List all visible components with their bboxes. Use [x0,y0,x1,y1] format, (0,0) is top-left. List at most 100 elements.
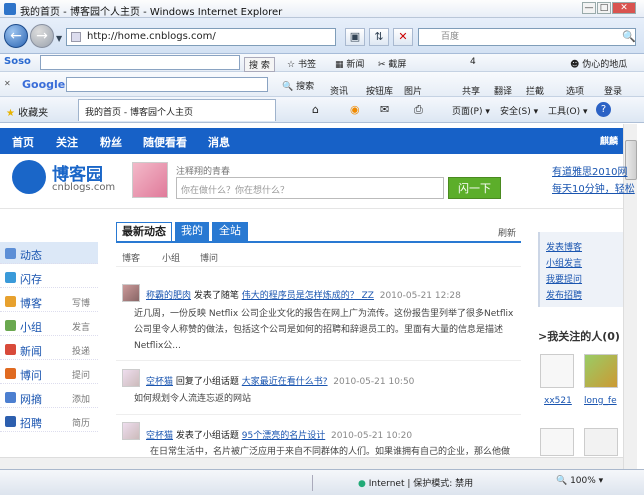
stop-icon[interactable]: ✕ [393,28,413,46]
soso-user[interactable]: ☻ 伪心的地瓜 [570,57,627,70]
gt-options[interactable]: 选项 [566,84,584,97]
post-title[interactable]: 大家最近在看什么书? [242,377,328,387]
favorites-button[interactable]: ★ 收藏夹 [6,104,48,119]
minimize-button[interactable]: — [582,2,596,14]
zoom-value: 100% [570,476,596,486]
print-icon[interactable]: ⎙ [414,103,423,117]
gt-login[interactable]: 登录 [604,84,622,97]
left-nav-item-blog[interactable]: 博客 写博 [0,290,98,312]
window-title: 我的首页 - 博客园个人主页 - Windows Internet Explor… [20,7,283,18]
left-nav-sub[interactable]: 投递 [72,344,90,357]
compatibility-icon[interactable]: ▣ [345,28,365,46]
subtab-question[interactable]: 博问 [200,251,218,264]
avatar[interactable] [122,284,140,302]
left-nav-item-bookmark[interactable]: 网摘 添加 [0,386,98,408]
left-nav-sub[interactable]: 简历 [72,416,90,429]
post-mood-button[interactable]: 闪一下 [448,177,501,199]
follow-name[interactable]: long_fe [584,396,617,406]
post-user[interactable]: 空杯猫 [146,377,173,387]
soso-news[interactable]: ▦ 新闻 [335,57,364,70]
left-nav-sub[interactable]: 写博 [72,296,90,309]
follow-avatar[interactable] [584,354,618,388]
back-button[interactable]: ← [4,24,28,48]
history-dropdown-icon[interactable]: ▼ [56,34,62,43]
avatar[interactable] [122,369,140,387]
zoom-level[interactable]: 🔍 100% ▾ [556,476,603,486]
google-search-input[interactable] [66,77,268,92]
post-title[interactable]: 95个漂亮的名片设计 [242,431,325,441]
search-icon[interactable]: 🔍 [622,30,636,43]
ad-link-1[interactable]: 有道雅思2010网 [552,163,627,178]
left-nav-item-group[interactable]: 小组 发言 [0,314,98,336]
left-nav-sub[interactable]: 发言 [72,320,90,333]
gt-share[interactable]: 共享 [462,84,480,97]
left-nav-item-question[interactable]: 博问 提问 [0,362,98,384]
nav-fans[interactable]: 粉丝 [100,134,122,150]
rss-icon[interactable]: ◉ [350,103,360,116]
globe-icon: ● [358,479,366,489]
left-nav-item-jobs[interactable]: 招聘 简历 [0,410,98,432]
tab-latest[interactable]: 最新动态 [116,222,172,242]
favorites-bar: ★ 收藏夹 我的首页 - 博客园个人主页 ⌂ ◉ ✉ ⎙ 页面(P) ▾ 安全(… [0,97,644,123]
avatar[interactable] [122,422,140,440]
post-title[interactable]: 伟大的程序员是怎样炼成的？ ZZ [242,291,374,301]
post-user[interactable]: 称霸的肥肉 [146,291,191,301]
nav-home[interactable]: 首页 [12,134,34,150]
google-search-button[interactable]: 🔍 搜索 [282,79,314,92]
left-nav-item-dynamic[interactable]: 动态 [0,242,98,264]
follow-name[interactable]: xx521 [544,396,572,406]
gt-news[interactable]: 资讯 [330,84,348,97]
link-ask[interactable]: 我要提问 [546,272,582,285]
nav-random[interactable]: 随便看看 [143,134,187,150]
gt-block[interactable]: 拦截 [526,84,544,97]
post-user[interactable]: 空杯猫 [146,431,173,441]
close-button[interactable]: ✕ [612,2,636,14]
tab-mine[interactable]: 我的 [175,222,209,242]
maximize-button[interactable]: □ [597,2,611,14]
ad-link-2[interactable]: 每天10分钟，轻松 [552,180,635,195]
forward-button[interactable]: → [30,24,54,48]
left-nav-sub[interactable]: 提问 [72,368,90,381]
tab-all[interactable]: 全站 [212,222,248,242]
gt-buttons[interactable]: 按钮库 [366,84,393,97]
close-toolbar-icon[interactable]: ✕ [4,79,11,88]
google-search-label: 搜索 [296,82,315,92]
cnblogs-logo-icon[interactable] [12,160,46,194]
follow-avatar[interactable] [540,354,574,388]
mail-icon[interactable]: ✉ [380,103,389,116]
follow-avatar[interactable] [584,428,618,456]
subtab-blog[interactable]: 博客 [122,251,140,264]
home-icon[interactable]: ⌂ [312,103,319,116]
url-input[interactable]: http://home.cnblogs.com/ [66,28,336,46]
horizontal-scrollbar[interactable] [0,457,623,469]
gt-translate[interactable]: 翻译 [494,84,512,97]
mood-input[interactable]: 你在做什么？你在想什么？ [176,177,444,199]
link-post-job[interactable]: 发布招聘 [546,288,582,301]
browser-tab[interactable]: 我的首页 - 博客园个人主页 [78,99,276,121]
security-zone[interactable]: ● Internet | 保护模式: 禁用 [358,476,473,489]
help-icon[interactable]: ? [596,102,611,117]
nav-messages[interactable]: 消息 [208,134,230,150]
safety-menu[interactable]: 安全(S) ▾ [500,104,538,117]
subtab-group[interactable]: 小组 [162,251,180,264]
follow-avatar[interactable] [540,428,574,456]
soso-bookmark[interactable]: ☆ 书签 [287,57,316,70]
quick-actions: 发表博客 小组发言 我要提问 发布招聘 [538,232,623,307]
tools-menu[interactable]: 工具(O) ▾ [548,104,588,117]
left-nav-item-flash[interactable]: 闪存 [0,266,98,288]
soso-screenshot[interactable]: ✂ 截屏 [378,57,406,70]
search-input[interactable]: 百度 [418,28,636,46]
user-avatar[interactable] [132,162,168,198]
refresh-link[interactable]: 刷新 [498,226,516,239]
left-nav-item-news[interactable]: 新闻 投递 [0,338,98,360]
link-post-blog[interactable]: 发表博客 [546,240,582,253]
left-nav-sub[interactable]: 添加 [72,392,90,405]
link-group-post[interactable]: 小组发言 [546,256,582,269]
nav-user[interactable]: 麒麟 [600,134,618,147]
nav-follow[interactable]: 关注 [56,134,78,150]
refresh-icon[interactable]: ⇅ [369,28,389,46]
soso-search-button[interactable]: 搜 索 [244,57,275,72]
soso-search-input[interactable] [40,55,240,70]
gt-images[interactable]: 图片 [404,84,422,97]
page-menu[interactable]: 页面(P) ▾ [452,104,490,117]
